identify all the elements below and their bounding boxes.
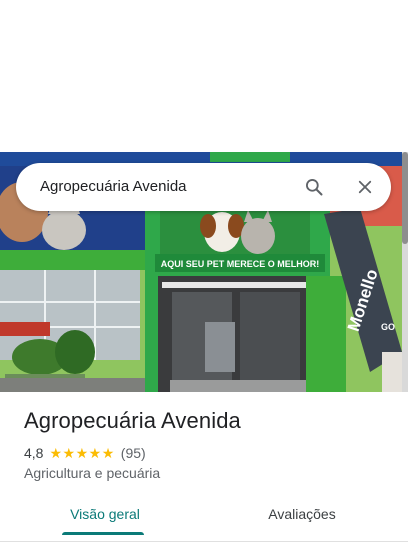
search-icon: [306, 179, 323, 196]
tab-overview[interactable]: Visão geral: [66, 494, 144, 534]
search-bar[interactable]: Agropecuária Avenida: [16, 163, 391, 211]
storefront-banner-text: AQUI SEU PET MERECE O MELHOR!: [161, 259, 320, 269]
close-icon: [358, 180, 372, 194]
star-icon: ★: [101, 445, 115, 461]
close-button[interactable]: [349, 171, 381, 203]
tab-selected-indicator: [62, 532, 144, 535]
star-icon: ★: [49, 445, 63, 461]
rating-stars: ★ ★ ★ ★ ★: [49, 446, 114, 460]
rating-value: 4,8: [24, 445, 44, 461]
star-icon: ★: [62, 445, 76, 461]
tab-label: Visão geral: [70, 506, 140, 522]
tab-label: Avaliações: [268, 506, 336, 522]
star-icon: ★: [75, 445, 89, 461]
sign-brand-sub-text: GO: [381, 322, 395, 332]
review-count[interactable]: (95): [121, 445, 146, 461]
search-button[interactable]: [298, 171, 330, 203]
scrollbar-thumb[interactable]: [402, 152, 408, 244]
search-input[interactable]: Agropecuária Avenida: [40, 163, 187, 211]
place-title: Agropecuária Avenida: [24, 408, 241, 433]
place-tabs: Visão geral Avaliações: [0, 494, 408, 538]
scrollbar[interactable]: [402, 152, 408, 392]
star-icon: ★: [88, 445, 102, 461]
rating-row[interactable]: 4,8 ★ ★ ★ ★ ★ (95): [24, 444, 146, 462]
tabs-divider: [0, 541, 408, 542]
place-category[interactable]: Agricultura e pecuária: [24, 465, 160, 481]
tab-reviews[interactable]: Avaliações: [256, 494, 348, 534]
